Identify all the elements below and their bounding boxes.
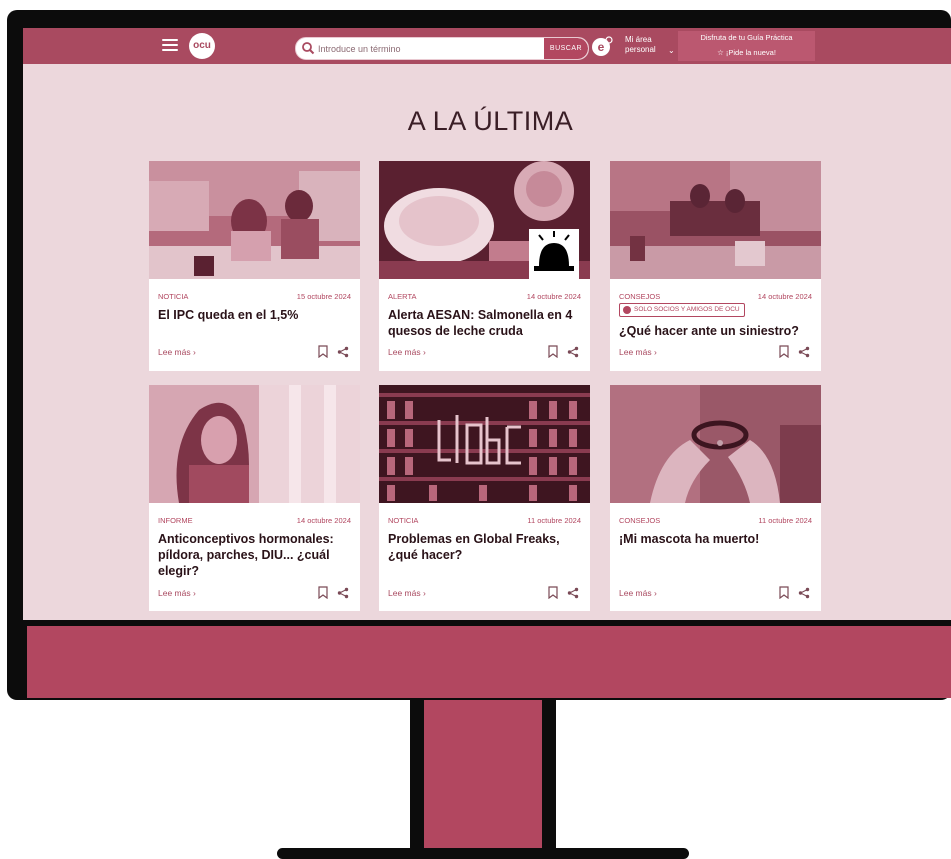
article-card[interactable]: CONSEJOS 14 octubre 2024 SOLO SOCIOS Y A… [610,161,821,371]
read-more-link[interactable]: Lee más › [158,347,196,357]
alarm-siren-icon [529,229,579,279]
svg-text:e: e [598,40,605,54]
share-icon[interactable] [567,346,579,358]
article-date: 15 octubre 2024 [296,292,351,301]
promo-text: Disfruta de tu Guía Práctica [700,33,793,42]
search-bar: BUSCAR [295,37,589,60]
monitor-chin [27,626,951,698]
search-button[interactable]: BUSCAR [544,38,588,59]
site-header: ocu BUSCAR e Mi área personal ⌄ Disfruta… [23,28,951,64]
article-title[interactable]: ¡Mi mascota ha muerto! [619,531,814,547]
bookmark-icon[interactable] [548,586,558,599]
my-area-label-2: personal [625,45,656,54]
article-category: CONSEJOS [619,516,661,525]
article-date: 11 octubre 2024 [758,516,812,525]
monitor-base [277,848,689,859]
article-image [149,385,360,503]
chevron-down-icon: ⌄ [668,46,675,55]
read-more-link[interactable]: Lee más › [388,588,426,598]
read-more-link[interactable]: Lee más › [158,588,196,598]
search-input[interactable] [318,38,538,59]
article-image [379,385,590,503]
article-title[interactable]: Problemas en Global Freaks, ¿qué hacer? [388,531,583,563]
share-icon[interactable] [798,346,810,358]
article-meta: NOTICIA 15 octubre 2024 [158,292,351,301]
article-category: INFORME [158,516,193,525]
article-card[interactable]: NOTICIA 15 octubre 2024 El IPC queda en … [149,161,360,371]
article-title[interactable]: Alerta AESAN: Salmonella en 4 quesos de … [388,307,583,339]
read-more-link[interactable]: Lee más › [619,588,657,598]
article-card[interactable]: CONSEJOS 11 octubre 2024 ¡Mi mascota ha … [610,385,821,611]
article-image [379,161,590,279]
badge-label: SOLO SOCIOS Y AMIGOS DE OCU [634,306,740,313]
article-category: ALERTA [388,292,417,301]
share-icon[interactable] [337,587,349,599]
my-area-menu[interactable]: Mi área personal ⌄ [625,35,675,55]
e-icon[interactable]: e [591,35,613,57]
article-title[interactable]: Anticonceptivos hormonales: píldora, par… [158,531,353,579]
share-icon[interactable] [798,587,810,599]
ocu-logo[interactable]: ocu [189,33,215,59]
article-meta: CONSEJOS 11 octubre 2024 [619,516,812,525]
bookmark-icon[interactable] [318,345,328,358]
share-icon[interactable] [337,346,349,358]
screen: ocu BUSCAR e Mi área personal ⌄ Disfruta… [23,28,951,620]
section-title: A LA ÚLTIMA [407,106,574,136]
promo-cta: ☆ ¡Pide la nueva! [717,48,776,57]
article-image [610,161,821,279]
bookmark-icon[interactable] [779,586,789,599]
search-icon [302,42,315,55]
share-icon[interactable] [567,587,579,599]
article-card[interactable]: NOTICIA 11 octubre 2024 Problemas en Glo… [379,385,590,611]
read-more-link[interactable]: Lee más › [388,347,426,357]
article-date: 14 octubre 2024 [526,292,581,301]
article-image [610,385,821,503]
monitor-stand [410,700,556,850]
bookmark-icon[interactable] [779,345,789,358]
article-card[interactable]: INFORME 14 octubre 2024 Anticonceptivos … [149,385,360,611]
menu-icon[interactable] [162,39,178,52]
my-area-label-1: Mi área [625,35,652,44]
lock-icon [623,306,631,314]
read-more-link[interactable]: Lee más › [619,347,657,357]
bookmark-icon[interactable] [318,586,328,599]
members-only-badge: SOLO SOCIOS Y AMIGOS DE OCU [619,303,745,317]
promo-banner[interactable]: Disfruta de tu Guía Práctica ☆ ¡Pide la … [678,31,815,61]
article-category: CONSEJOS [619,292,661,301]
monitor-frame: ocu BUSCAR e Mi área personal ⌄ Disfruta… [7,10,951,700]
bookmark-icon[interactable] [548,345,558,358]
article-meta: ALERTA 14 octubre 2024 [388,292,581,301]
article-date: 11 octubre 2024 [527,516,581,525]
article-date: 14 octubre 2024 [296,516,351,525]
article-meta: INFORME 14 octubre 2024 [158,516,351,525]
article-image [149,161,360,279]
article-category: NOTICIA [158,292,189,301]
article-title[interactable]: El IPC queda en el 1,5% [158,307,353,323]
article-meta: NOTICIA 11 octubre 2024 [388,516,581,525]
article-meta: CONSEJOS 14 octubre 2024 [619,292,812,301]
article-date: 14 octubre 2024 [757,292,812,301]
article-card[interactable]: ALERTA 14 octubre 2024 Alerta AESAN: Sal… [379,161,590,371]
article-category: NOTICIA [388,516,419,525]
article-title[interactable]: ¿Qué hacer ante un siniestro? [619,323,814,339]
